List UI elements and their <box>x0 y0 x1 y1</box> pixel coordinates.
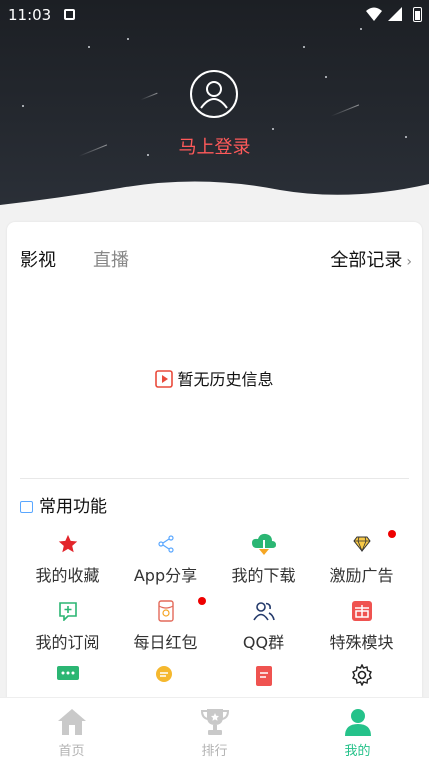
status-time: 11:03 <box>8 6 52 24</box>
all-records-link[interactable]: 全部记录 › <box>330 246 412 272</box>
function-label: 激励广告 <box>329 566 394 585</box>
bottom-navigation: 首页 排行 我的 <box>0 697 429 765</box>
function-my-downloads[interactable]: 我的下载 <box>212 532 315 586</box>
nav-mine-label: 我的 <box>344 744 371 759</box>
tab-video[interactable]: 影视 <box>20 246 56 272</box>
chevron-right-icon: › <box>406 254 412 270</box>
function-messages[interactable] <box>16 663 119 687</box>
chat-icon <box>155 666 172 682</box>
function-daily-red-packet[interactable]: 每日红包 <box>114 597 217 653</box>
function-section-icon <box>20 501 33 513</box>
battery-icon <box>413 7 422 22</box>
tab-live[interactable]: 直播 <box>93 246 129 272</box>
sim-icon <box>64 9 75 20</box>
function-special-module[interactable]: 特殊模块 <box>310 599 413 653</box>
history-card: 影视 直播 全部记录 › 暂无历史信息 常用功能 我的收藏 App分享 我的下载 … <box>7 222 422 722</box>
red-packet-icon <box>157 600 174 622</box>
notification-dot <box>388 530 396 538</box>
diamond-icon <box>352 536 371 552</box>
empty-history-text: 暂无历史信息 <box>177 370 274 389</box>
trophy-icon <box>200 709 229 735</box>
signal-icon <box>388 7 402 21</box>
history-empty-state: 暂无历史信息 <box>7 366 422 390</box>
group-icon <box>252 602 275 621</box>
message-icon <box>56 666 79 680</box>
note-icon <box>255 666 272 686</box>
function-qq-group[interactable]: QQ群 <box>212 599 315 653</box>
wifi-icon <box>366 7 382 21</box>
common-functions-title: 常用功能 <box>20 492 107 517</box>
gift-icon <box>351 601 372 621</box>
home-icon <box>57 709 86 735</box>
user-icon <box>200 81 228 109</box>
function-notes[interactable] <box>212 663 315 687</box>
nav-ranking-label: 排行 <box>201 744 228 759</box>
common-functions-label: 常用功能 <box>39 497 107 517</box>
notification-dot <box>198 597 206 605</box>
star-icon <box>58 534 77 553</box>
empty-history-icon <box>155 370 174 388</box>
avatar[interactable] <box>190 70 238 118</box>
profile-icon <box>344 709 371 736</box>
nav-ranking[interactable]: 排行 <box>143 706 286 759</box>
function-label: 我的收藏 <box>35 566 100 585</box>
login-link[interactable]: 马上登录 <box>0 133 429 159</box>
function-app-share[interactable]: App分享 <box>114 532 217 586</box>
nav-mine[interactable]: 我的 <box>286 706 429 759</box>
function-incentive-ads[interactable]: 激励广告 <box>310 530 413 586</box>
section-divider <box>20 478 409 479</box>
function-label: 我的下载 <box>231 566 296 585</box>
all-records-label: 全部记录 <box>330 250 403 271</box>
status-bar: 11:03 <box>0 0 429 30</box>
settings-icon <box>351 664 372 686</box>
function-settings[interactable] <box>310 663 413 687</box>
header-wave <box>0 181 429 215</box>
function-label: 我的订阅 <box>35 633 100 652</box>
function-label: App分享 <box>133 566 198 585</box>
share-icon <box>157 535 174 553</box>
nav-home[interactable]: 首页 <box>0 706 143 759</box>
nav-home-label: 首页 <box>58 744 85 759</box>
profile-header: 11:03 马上登录 <box>0 0 429 215</box>
function-label: 特殊模块 <box>329 633 394 652</box>
function-my-favorites[interactable]: 我的收藏 <box>16 532 119 586</box>
subscribe-icon <box>58 602 77 621</box>
function-my-subscriptions[interactable]: 我的订阅 <box>16 599 119 653</box>
function-label: QQ群 <box>242 633 285 652</box>
function-chat[interactable] <box>114 663 217 687</box>
function-label: 每日红包 <box>133 633 198 652</box>
cloud-download-icon <box>251 533 276 555</box>
